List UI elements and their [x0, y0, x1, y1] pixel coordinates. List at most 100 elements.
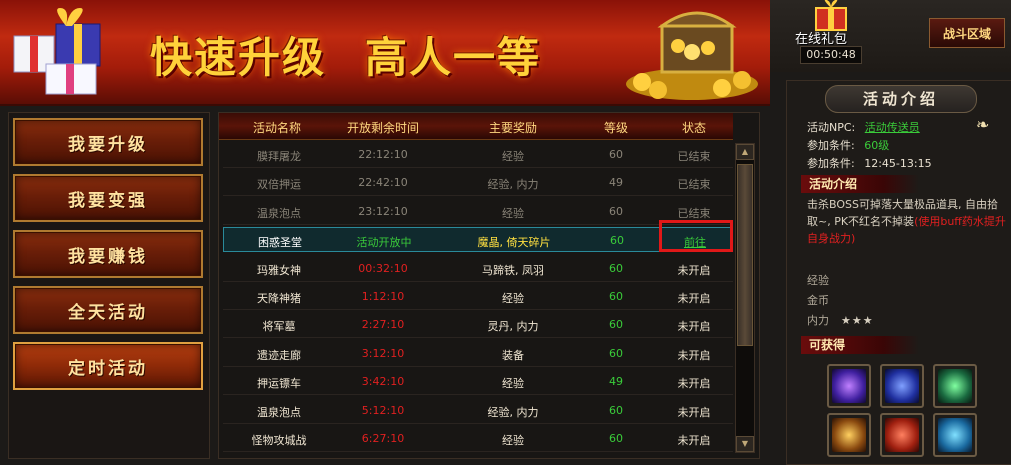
- nav-level-up-button[interactable]: 我要升级: [13, 118, 203, 166]
- table-row[interactable]: 双倍押运 22:42:10 经验, 内力 49 已结束: [223, 170, 733, 197]
- row-time: 6:27:10: [361, 432, 405, 445]
- intro-section-tab: 活动介绍: [801, 175, 919, 193]
- nav-timed-activity-button[interactable]: 定时活动: [13, 342, 203, 390]
- online-gift-timer: 00:50:48: [800, 46, 862, 64]
- condition-value-1: 60级: [864, 139, 890, 152]
- reward-item-dragon-icon[interactable]: [933, 364, 977, 408]
- table-row[interactable]: 玛雅女神 00:32:10 马蹄铁, 凤羽 60 未开启: [223, 256, 733, 282]
- table-row[interactable]: 膜拜屠龙 22:12:10 经验 60 已结束: [223, 142, 733, 168]
- reward-gold: 金币: [807, 294, 829, 307]
- table-row[interactable]: 天降神猪 1:12:10 经验 60 未开启: [223, 284, 733, 310]
- row-status: 未开启: [677, 434, 711, 447]
- row-name: 将军墓: [262, 320, 296, 334]
- row-reward: 经验: [502, 292, 524, 305]
- reward-item-crystal-icon[interactable]: [827, 364, 871, 408]
- table-scrollbar[interactable]: ▲ ▼: [735, 143, 755, 453]
- row-name: 温泉泡点: [257, 405, 301, 419]
- row-reward: 装备: [502, 348, 524, 362]
- row-time: 1:12:10: [361, 290, 405, 303]
- row-level: 60: [609, 148, 623, 161]
- row-reward: 经验, 内力: [487, 405, 539, 419]
- nav-earn-money-button[interactable]: 我要赚钱: [13, 230, 203, 278]
- row-level: 60: [609, 346, 623, 360]
- column-header-level: 等级: [603, 121, 628, 135]
- wing-icon[interactable]: ❧: [976, 115, 998, 134]
- top-right-strip: 在线礼包 00:50:48 战斗区域: [770, 0, 1011, 72]
- table-row[interactable]: 温泉泡点 23:12:10 经验 60 已结束: [223, 199, 733, 225]
- table-row[interactable]: 困惑圣堂 活动开放中 魔晶, 倚天碎片 60 前往: [223, 227, 733, 253]
- row-name: 押运镖车: [257, 377, 301, 391]
- row-reward: 灵丹, 内力: [487, 320, 539, 334]
- row-reward: 经验: [502, 434, 524, 447]
- info-panel-title: 活动介绍: [825, 85, 977, 113]
- row-time: 活动开放中: [356, 236, 412, 250]
- table-row[interactable]: 怪物攻城战 6:27:10 经验 60 未开启: [223, 426, 733, 452]
- npc-row: 活动NPC: 活动传送员: [807, 119, 920, 135]
- reward-item-power-icon[interactable]: [933, 413, 977, 457]
- condition-row-2: 参加条件: 12:45-13:15: [807, 155, 932, 171]
- table-row[interactable]: 押运镖车 3:42:10 经验 49 未开启: [223, 369, 733, 396]
- reward-item-orb-icon[interactable]: [880, 364, 924, 408]
- activity-banner: 快速升级 高人一等: [0, 0, 770, 106]
- row-status: 未开启: [677, 377, 711, 391]
- row-reward: 经验: [502, 206, 524, 220]
- row-time: 3:42:10: [361, 375, 405, 389]
- banner-title-left: 快速升级: [150, 33, 327, 82]
- row-level: 60: [609, 432, 623, 445]
- activity-category-nav: 我要升级 我要变强 我要赚钱 全天活动 定时活动: [8, 112, 210, 459]
- row-status: 已结束: [677, 178, 711, 192]
- npc-label: 活动NPC:: [807, 121, 856, 134]
- scroll-thumb[interactable]: [737, 164, 753, 346]
- scroll-down-arrow-icon[interactable]: ▼: [736, 436, 754, 452]
- row-time: 2:27:10: [361, 318, 405, 332]
- activity-info-panel: 活动介绍 ❧ 活动NPC: 活动传送员 参加条件: 60级 参加条件: 12:4…: [786, 80, 1011, 465]
- column-header-time: 开放剩余时间: [346, 121, 419, 135]
- row-status: 未开启: [677, 263, 711, 277]
- row-status: 已结束: [677, 206, 711, 220]
- row-time: 22:12:10: [358, 148, 408, 161]
- reward-item-blade-icon[interactable]: [827, 413, 871, 457]
- row-time: 5:12:10: [361, 403, 405, 417]
- table-row[interactable]: 温泉泡点 5:12:10 经验, 内力 60 未开启: [223, 398, 733, 424]
- npc-link[interactable]: 活动传送员: [865, 121, 920, 134]
- row-name: 膜拜屠龙: [257, 150, 301, 163]
- row-level: 60: [609, 204, 623, 218]
- row-status: 已结束: [677, 150, 711, 163]
- condition-label-2: 参加条件:: [807, 157, 855, 170]
- battle-area-button[interactable]: 战斗区域: [929, 18, 1005, 48]
- row-status: 未开启: [677, 292, 711, 305]
- row-reward: 马蹄铁, 凤羽: [482, 263, 544, 277]
- column-header-status: 状态: [681, 121, 706, 135]
- row-level: 60: [609, 261, 623, 275]
- table-row[interactable]: 将军墓 2:27:10 灵丹, 内力 60 未开启: [223, 312, 733, 339]
- row-level: 60: [609, 290, 623, 303]
- row-level: 60: [610, 234, 624, 248]
- online-gift-label[interactable]: 在线礼包: [795, 28, 847, 47]
- row-name: 双倍押运: [257, 178, 301, 192]
- row-name: 遗迹走廊: [257, 348, 301, 362]
- scroll-up-arrow-icon[interactable]: ▲: [736, 144, 754, 160]
- reward-power: 内力: [807, 314, 829, 327]
- nav-all-day-button[interactable]: 全天活动: [13, 286, 203, 334]
- row-name: 困惑圣堂: [258, 236, 302, 250]
- row-level: 60: [609, 403, 623, 417]
- reward-power-row: 内力 ★★★: [807, 312, 874, 328]
- condition-label-1: 参加条件:: [807, 139, 855, 152]
- table-row[interactable]: 遗迹走廊 3:12:10 装备 60 未开启: [223, 341, 733, 367]
- activity-table: 活动名称 开放剩余时间 主要奖励 等级 状态 膜拜屠龙 22:12:10 经验 60 已…: [218, 112, 760, 459]
- row-reward: 经验: [502, 150, 524, 163]
- row-status: 未开启: [677, 405, 711, 419]
- row-name: 温泉泡点: [257, 206, 301, 220]
- nav-get-stronger-button[interactable]: 我要变强: [13, 174, 203, 222]
- row-name: 玛雅女神: [257, 263, 301, 277]
- reward-exp: 经验: [807, 274, 829, 287]
- row-level: 49: [609, 176, 623, 190]
- goto-highlight-box: [659, 220, 733, 252]
- row-name: 怪物攻城战: [251, 434, 307, 447]
- row-time: 00:32:10: [358, 261, 408, 275]
- treasure-chest-icon: [626, 11, 758, 100]
- column-header-reward: 主要奖励: [488, 121, 537, 135]
- row-level: 49: [609, 375, 623, 389]
- gift-boxes-icon: [13, 8, 101, 95]
- reward-item-flame-icon[interactable]: [880, 413, 924, 457]
